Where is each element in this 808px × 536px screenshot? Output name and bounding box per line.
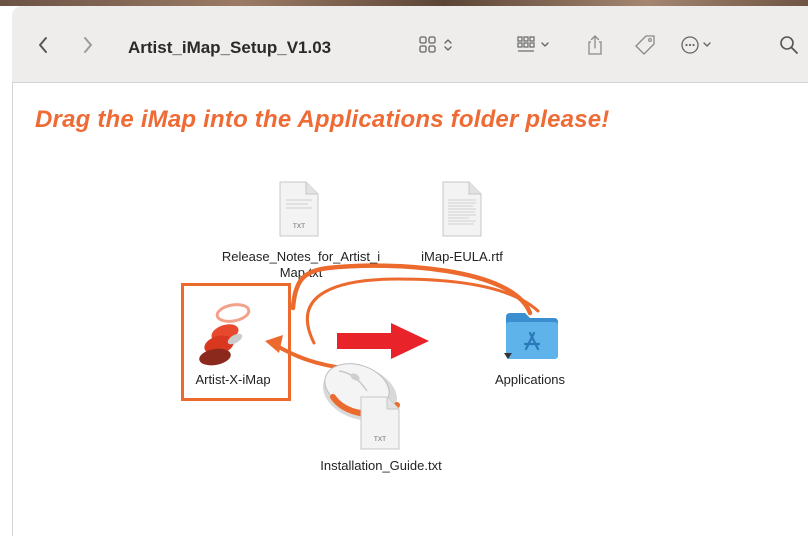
share-button[interactable] (582, 30, 608, 60)
folder-content: Drag the iMap into the Applications fold… (13, 83, 808, 536)
artist-app-icon[interactable] (195, 299, 265, 369)
chevron-right-icon (84, 37, 92, 53)
txt-badge: TXT (374, 436, 386, 443)
window-title: Artist_iMap_Setup_V1.03 (128, 38, 332, 57)
tag-icon (635, 35, 655, 55)
group-button[interactable] (516, 30, 556, 60)
share-icon (588, 35, 602, 55)
more-actions-button[interactable] (680, 30, 720, 60)
back-button[interactable] (30, 30, 56, 60)
guide-txt-file-icon[interactable]: TXT (357, 395, 403, 451)
more-icon (681, 36, 711, 54)
forward-button[interactable] (75, 30, 101, 60)
applications-folder-icon[interactable] (503, 309, 561, 361)
guide-file-label[interactable]: Installation_Guide.txt (297, 458, 465, 474)
tag-button[interactable] (632, 30, 658, 60)
app-file-label[interactable]: Artist-X-iMap (181, 372, 285, 388)
search-icon (780, 36, 798, 54)
finder-toolbar: Artist_iMap_Setup_V1.03 (12, 6, 808, 83)
applications-folder-label[interactable]: Applications (475, 372, 585, 388)
search-button[interactable] (776, 30, 802, 60)
group-icon (517, 36, 549, 52)
view-grid-icon (419, 36, 452, 53)
view-mode-button[interactable] (418, 30, 458, 60)
chevron-left-icon (39, 37, 47, 53)
